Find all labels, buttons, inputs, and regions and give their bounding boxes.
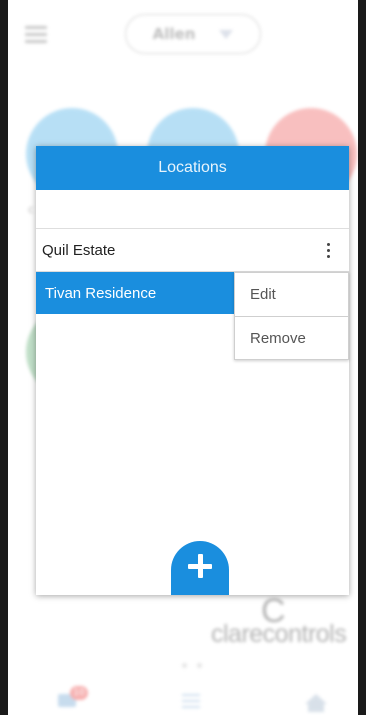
list-icon <box>182 694 200 708</box>
home-icon <box>305 694 327 712</box>
location-search-field[interactable] <box>36 190 349 229</box>
page-dot <box>182 663 187 668</box>
location-item-quil-estate[interactable]: Quil Estate <box>36 230 349 272</box>
edit-menu-item[interactable]: Edit <box>235 273 348 316</box>
tab-home[interactable] <box>305 694 327 712</box>
tab-list[interactable] <box>182 694 200 712</box>
tab-messages[interactable]: 10 <box>58 686 88 707</box>
locations-dialog: Locations Quil Estate Tivan Residence Ed… <box>36 146 349 595</box>
tab-bar: 10 <box>8 686 358 715</box>
dialog-title: Locations <box>158 159 227 176</box>
location-item-tivan-residence[interactable]: Tivan Residence <box>36 272 234 314</box>
location-name: Quil Estate <box>42 242 116 259</box>
more-options-icon[interactable] <box>327 243 331 261</box>
location-context-menu: Edit Remove <box>234 272 349 360</box>
tile-label: c <box>28 203 35 216</box>
user-selector[interactable]: Allen <box>125 14 261 54</box>
dialog-header: Locations <box>36 146 349 190</box>
user-name: Allen <box>152 25 196 43</box>
page-dot <box>197 663 202 668</box>
chevron-down-icon <box>219 29 234 39</box>
location-name: Tivan Residence <box>45 284 157 302</box>
app-screen: Allen c C clarecontrols 10 Locations Qui… <box>8 0 358 715</box>
add-location-button[interactable] <box>171 541 229 595</box>
brand-name: clarecontrols <box>211 620 347 648</box>
notification-badge: 10 <box>70 686 88 700</box>
hamburger-menu-icon[interactable] <box>25 26 47 47</box>
page-indicator <box>182 663 202 668</box>
remove-menu-item[interactable]: Remove <box>235 316 348 359</box>
